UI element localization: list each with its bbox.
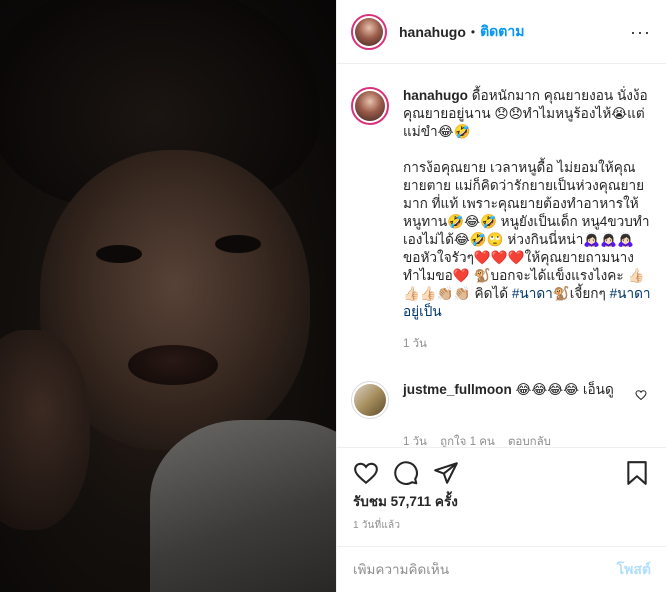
comment-likes[interactable]: ถูกใจ 1 คน (440, 436, 495, 447)
post-video[interactable] (0, 0, 336, 592)
comment-meta: 1 วัน ถูกใจ 1 คน ตอบกลับ (403, 433, 651, 447)
caption: hanahugo ดื้อหนักมาก คุณยายงอน นั่งง้อคุ… (351, 87, 651, 321)
action-bar (337, 447, 666, 487)
share-icon[interactable] (433, 460, 459, 486)
commenter-avatar[interactable] (351, 381, 389, 419)
post-comment-button[interactable]: โพสต์ (617, 559, 651, 581)
caption-avatar[interactable] (351, 87, 389, 125)
comment-composer: โพสต์ (337, 546, 666, 592)
comment-time[interactable]: 1 วัน (403, 436, 427, 447)
separator-dot: • (470, 24, 476, 39)
caption-username[interactable]: hanahugo (403, 88, 468, 103)
media-mouth (128, 345, 218, 385)
media-eye-right (215, 235, 261, 253)
media-eye-left (96, 245, 142, 263)
view-count[interactable]: รับชม 57,711 ครั้ง (353, 490, 458, 512)
caption-body: hanahugo ดื้อหนักมาก คุณยายงอน นั่งง้อคุ… (403, 87, 651, 321)
more-icon[interactable]: ··· (630, 22, 651, 43)
comment-icon[interactable] (393, 460, 419, 486)
caption-text-mid: 🐒เจี้ยกๆ (552, 286, 610, 301)
comment-input[interactable] (353, 562, 617, 577)
comments-section: hanahugo ดื้อหนักมาก คุณยายงอน นั่งง้อคุ… (337, 65, 666, 447)
comment-body: justme_fullmoon 😂😂😂😂 เอ็นดู (403, 381, 633, 419)
caption-text: ดื้อหนักมาก คุณยายงอน นั่งง้อคุณยายอยู่น… (403, 88, 650, 301)
post-username[interactable]: hanahugo (399, 24, 466, 40)
bookmark-icon[interactable] (625, 460, 649, 486)
caption-time[interactable]: 1 วัน (403, 338, 427, 350)
comment-item: justme_fullmoon 😂😂😂😂 เอ็นดู (351, 381, 651, 419)
commenter-username[interactable]: justme_fullmoon (403, 382, 512, 397)
media-shirt (150, 420, 336, 592)
post-header: hanahugo • ติดตาม ··· (337, 0, 666, 64)
caption-meta: 1 วัน (403, 335, 651, 353)
reply-button[interactable]: ตอบกลับ (508, 436, 551, 447)
hashtag-nada[interactable]: #นาดา (512, 286, 553, 301)
media-hand-blur (0, 330, 90, 530)
post-panel: hanahugo • ติดตาม ··· hanahugo ดื้อหนักม… (336, 0, 666, 592)
post-timestamp[interactable]: 1 วันที่แล้ว (353, 518, 400, 533)
comment-heart-icon[interactable] (635, 389, 647, 401)
avatar[interactable] (351, 13, 387, 50)
instagram-post-modal: hanahugo • ติดตาม ··· hanahugo ดื้อหนักม… (0, 0, 666, 592)
follow-button[interactable]: ติดตาม (480, 21, 524, 43)
comment-text: 😂😂😂😂 เอ็นดู (511, 382, 614, 397)
heart-icon[interactable] (353, 460, 379, 486)
